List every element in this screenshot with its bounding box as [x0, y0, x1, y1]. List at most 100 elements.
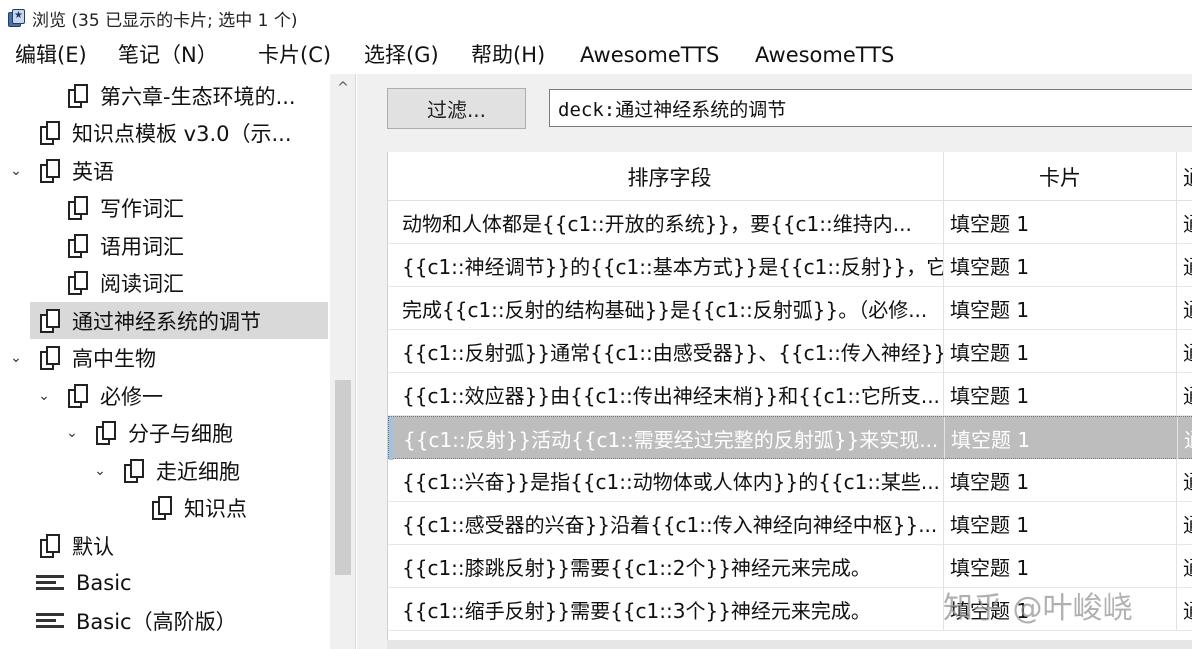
cell-deck: 通	[1177, 330, 1192, 373]
chevron-down-icon[interactable]: ⌄	[90, 463, 110, 479]
cell-deck: 通	[1177, 502, 1192, 545]
table-row[interactable]: 完成{{c1::反射的结构基础}}是{{c1::反射弧}}。（必修... 填空题…	[388, 287, 1192, 330]
cell-sort-field: {{c1::缩手反射}}需要{{c1::3个}}神经元来完成。	[396, 588, 944, 631]
cell-deck: 通	[1177, 459, 1192, 502]
cell-deck: 通	[1177, 244, 1192, 287]
menu-help[interactable]: 帮助(H)	[471, 36, 545, 74]
sidebar-item-label: 默认	[72, 534, 114, 559]
sidebar-item-hs-biology[interactable]: ⌄ 高中生物	[0, 339, 330, 376]
sidebar-item-english[interactable]: ⌄ 英语	[0, 152, 330, 189]
sidebar-item-basic[interactable]: Basic	[0, 564, 330, 601]
deck-icon	[40, 345, 62, 371]
cell-card: 填空题 1	[944, 459, 1177, 502]
menu-cards[interactable]: 卡片(C)	[258, 36, 331, 74]
menu-bar: 编辑(E) 笔记（N） 卡片(C) 选择(G) 帮助(H) AwesomeTTS…	[0, 36, 1192, 74]
column-header-deck[interactable]: 通	[1177, 152, 1192, 201]
cell-card: 填空题 1	[944, 201, 1177, 244]
note-type-icon	[36, 572, 64, 594]
cell-card: 填空题 1	[944, 502, 1177, 545]
sidebar-item-label: 英语	[72, 159, 114, 184]
sidebar-item-molecule-cell[interactable]: ⌄ 分子与细胞	[0, 414, 330, 451]
watermark: 知乎 @叶峻峣	[943, 591, 1133, 626]
table-header: 排序字段 卡片 通	[388, 152, 1192, 201]
search-input[interactable]: deck:通过神经系统的调节	[549, 89, 1192, 127]
sidebar-item-label: 知识点	[184, 496, 247, 521]
chevron-down-icon[interactable]: ⌄	[62, 425, 82, 441]
menu-edit[interactable]: 编辑(E)	[15, 36, 87, 74]
window-title: 浏览 (35 已显示的卡片; 选中 1 个)	[32, 10, 298, 31]
chevron-down-icon[interactable]: ⌄	[6, 163, 26, 179]
menu-awesometts-1[interactable]: AwesomeTTS	[580, 36, 719, 74]
anki-app-icon: ★	[6, 8, 26, 28]
title-bar: ★ 浏览 (35 已显示的卡片; 选中 1 个)	[0, 0, 1192, 36]
sidebar-item-label: 高中生物	[72, 346, 156, 371]
deck-icon	[40, 120, 62, 146]
sidebar-scrollbar[interactable]: ^	[330, 74, 355, 649]
cell-sort-field: {{c1::效应器}}由{{c1::传出神经末梢}}和{{c1::它所支...	[396, 373, 944, 416]
chevron-down-icon[interactable]: ⌄	[34, 388, 54, 404]
menu-select[interactable]: 选择(G)	[364, 36, 439, 74]
table-row[interactable]: 动物和人体都是{{c1::开放的系统}}，要{{c1::维持内... 填空题 1…	[388, 201, 1192, 244]
cell-deck: 通	[1177, 373, 1192, 416]
sidebar-item-approaching-cell[interactable]: ⌄ 走近细胞	[0, 452, 330, 489]
deck-icon	[96, 420, 118, 446]
table-row[interactable]: {{c1::感受器的兴奋}}沿着{{c1::传入神经向神经中枢}}... 填空题…	[388, 502, 1192, 545]
deck-icon	[40, 533, 62, 559]
table-row[interactable]: {{c1::神经调节}}的{{c1::基本方式}}是{{c1::反射}}，它..…	[388, 244, 1192, 287]
cell-sort-field: 完成{{c1::反射的结构基础}}是{{c1::反射弧}}。（必修...	[396, 287, 944, 330]
deck-icon	[68, 270, 90, 296]
table-row[interactable]: {{c1::反射弧}}通常{{c1::由感受器}}、{{c1::传入神经}}..…	[388, 330, 1192, 373]
sidebar-item-template[interactable]: 知识点模板 v3.0（示...	[0, 114, 330, 151]
browser-main: 过滤... deck:通过神经系统的调节 排序字段 卡片 通 动物和人体都是{{…	[357, 74, 1192, 649]
deck-icon	[68, 195, 90, 221]
sidebar-item-label: 第六章-生态环境的...	[100, 84, 296, 109]
cell-deck: 通	[1177, 588, 1192, 631]
table-row[interactable]: {{c1::兴奋}}是指{{c1::动物体或人体内}}的{{c1::某些... …	[388, 459, 1192, 502]
sidebar-scrollbar-thumb[interactable]	[335, 380, 351, 575]
sidebar-item-label: 必修一	[100, 384, 163, 409]
cell-deck: 通	[1177, 287, 1192, 330]
filter-button[interactable]: 过滤...	[387, 88, 526, 129]
scroll-up-icon[interactable]: ^	[330, 80, 355, 96]
cell-card: 填空题 1	[945, 417, 1178, 460]
sidebar-item-reading-vocab[interactable]: 阅读词汇	[0, 264, 330, 301]
cell-deck: 通	[1177, 201, 1192, 244]
cell-sort-field: {{c1::反射}}活动{{c1::需要经过完整的反射弧}}来实现...	[397, 417, 945, 460]
deck-icon	[68, 83, 90, 109]
sidebar-item-label: 分子与细胞	[128, 421, 233, 446]
sidebar-item-label: 通过神经系统的调节	[72, 309, 261, 334]
cell-sort-field: {{c1::膝跳反射}}需要{{c1::2个}}神经元来完成。	[396, 545, 944, 588]
sidebar-item-default[interactable]: 默认	[0, 527, 330, 564]
cell-card: 填空题 1	[944, 545, 1177, 588]
chevron-down-icon[interactable]: ⌄	[6, 350, 26, 366]
table-row-selected[interactable]: {{c1::反射}}活动{{c1::需要经过完整的反射弧}}来实现... 填空题…	[388, 416, 1192, 460]
column-header-sort-field[interactable]: 排序字段	[396, 152, 944, 201]
note-type-icon	[36, 610, 64, 632]
sidebar-item-label: 知识点模板 v3.0（示...	[72, 121, 292, 146]
table-horizontal-scrollbar[interactable]	[387, 640, 1192, 649]
deck-icon	[40, 308, 62, 334]
sidebar-item-label: 写作词汇	[100, 196, 184, 221]
sidebar-item-knowledge-point[interactable]: 知识点	[0, 489, 330, 526]
sidebar-item-basic-advanced[interactable]: Basic（高阶版）	[0, 602, 330, 639]
sidebar-tree: 第六章-生态环境的... 知识点模板 v3.0（示... ⌄ 英语 写作词汇 语…	[0, 74, 356, 649]
deck-icon	[152, 495, 174, 521]
sidebar-item-writing-vocab[interactable]: 写作词汇	[0, 189, 330, 226]
deck-icon	[124, 458, 146, 484]
sidebar-item-nervous-regulation[interactable]: 通过神经系统的调节	[30, 302, 328, 339]
deck-icon	[68, 383, 90, 409]
cell-deck: 通	[1178, 417, 1192, 460]
sidebar-item-chapter6[interactable]: 第六章-生态环境的...	[0, 77, 330, 114]
column-header-card[interactable]: 卡片	[944, 152, 1177, 201]
table-row[interactable]: {{c1::效应器}}由{{c1::传出神经末梢}}和{{c1::它所支... …	[388, 373, 1192, 416]
table-row[interactable]: {{c1::膝跳反射}}需要{{c1::2个}}神经元来完成。 填空题 1 通	[388, 545, 1192, 588]
menu-notes[interactable]: 笔记（N）	[118, 36, 218, 74]
cell-deck: 通	[1177, 545, 1192, 588]
deck-icon	[40, 158, 62, 184]
menu-awesometts-2[interactable]: AwesomeTTS	[755, 36, 894, 74]
cell-sort-field: {{c1::兴奋}}是指{{c1::动物体或人体内}}的{{c1::某些...	[396, 459, 944, 502]
sidebar-item-label: 阅读词汇	[100, 271, 184, 296]
sidebar-item-required-one[interactable]: ⌄ 必修一	[0, 377, 330, 414]
sidebar-item-usage-vocab[interactable]: 语用词汇	[0, 227, 330, 264]
sidebar-item-label: 语用词汇	[100, 234, 184, 259]
